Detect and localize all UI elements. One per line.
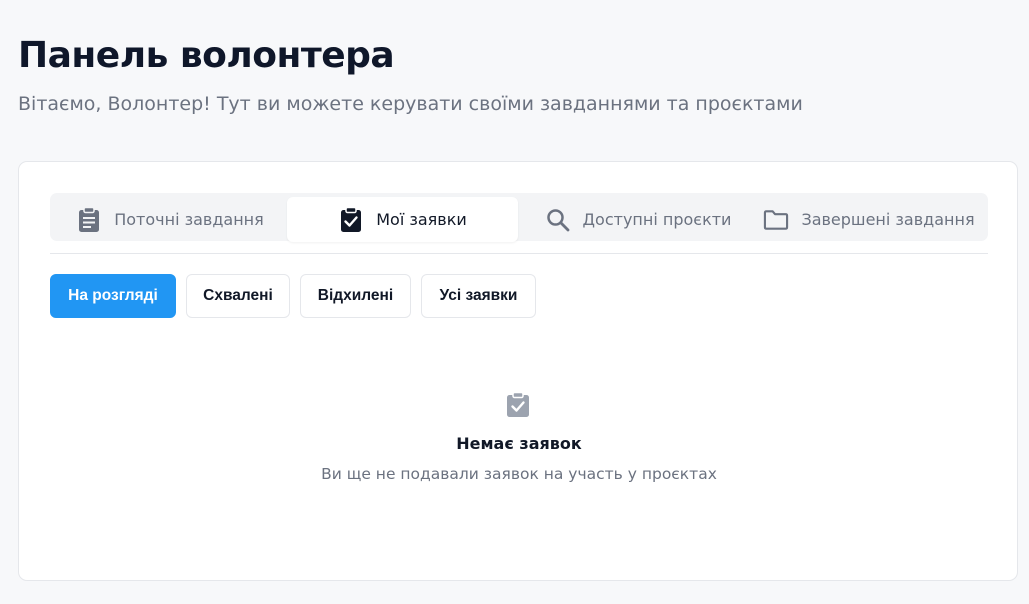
clipboard-check-icon xyxy=(506,391,530,418)
page-title: Панель волонтера xyxy=(18,35,395,76)
tab-completed-tasks[interactable]: Завершені завдання xyxy=(756,197,982,242)
folder-icon xyxy=(763,207,789,233)
volunteer-dashboard: Панель волонтера Вітаємо, Волонтер! Тут … xyxy=(0,0,1029,604)
tab-label: Поточні завдання xyxy=(114,210,264,229)
empty-state-title: Немає заявок xyxy=(456,434,582,453)
filter-rejected-button[interactable]: Відхилені xyxy=(300,274,411,318)
filter-pending-button[interactable]: На розгляді xyxy=(50,274,176,318)
tab-bar: Поточні завдання Мої заявки Доступні про… xyxy=(50,193,988,242)
tab-available-projects[interactable]: Доступні проєкти xyxy=(538,197,738,242)
tab-label: Мої заявки xyxy=(376,210,467,229)
clipboard-check-icon xyxy=(338,206,364,233)
filter-approved-button[interactable]: Схвалені xyxy=(186,274,290,318)
clipboard-list-icon xyxy=(76,206,102,233)
main-card: Поточні завдання Мої заявки Доступні про… xyxy=(18,161,1018,581)
tab-label: Доступні проєкти xyxy=(582,210,732,229)
tab-current-tasks[interactable]: Поточні завдання xyxy=(70,197,270,242)
tab-divider xyxy=(50,253,988,254)
empty-state-text: Ви ще не подавали заявок на участь у про… xyxy=(321,465,717,483)
filter-all-button[interactable]: Усі заявки xyxy=(421,274,536,318)
page-subtitle: Вітаємо, Волонтер! Тут ви можете керуват… xyxy=(18,93,803,115)
tab-my-applications[interactable]: Мої заявки xyxy=(287,197,518,242)
search-icon xyxy=(545,207,571,233)
tab-label: Завершені завдання xyxy=(801,210,975,229)
